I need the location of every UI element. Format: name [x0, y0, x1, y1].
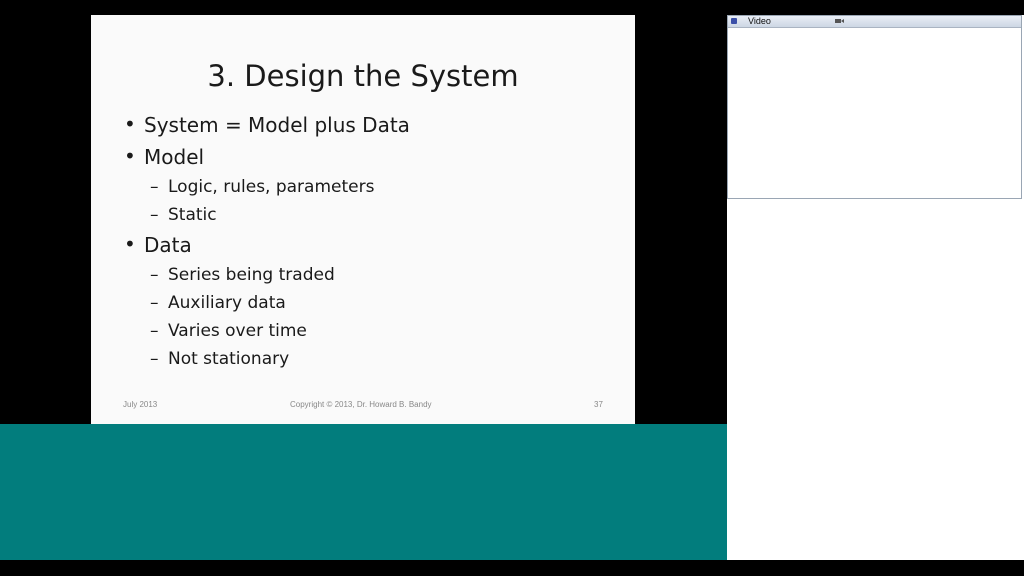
video-titlebar[interactable]: Video: [728, 16, 1021, 28]
sub-bullet-text: Static: [168, 205, 217, 225]
bottom-bar: [0, 560, 1024, 576]
teal-panel: [0, 424, 727, 560]
bullet-text: Model: [144, 145, 205, 169]
dash-marker: –: [150, 265, 159, 285]
footer-date: July 2013: [123, 400, 158, 409]
slide-title: 3. Design the System: [207, 59, 519, 93]
sub-bullet-text: Auxiliary data: [168, 293, 286, 313]
bullet-marker: •: [124, 112, 136, 136]
sub-bullet-text: Series being traded: [168, 265, 335, 285]
dash-marker: –: [150, 177, 159, 197]
camera-icon[interactable]: [835, 18, 844, 24]
sub-bullet-text: Not stationary: [168, 349, 290, 369]
app-icon: [731, 18, 737, 24]
bullet-text: Data: [144, 233, 192, 257]
video-window[interactable]: Video: [727, 15, 1022, 199]
footer-copyright: Copyright © 2013, Dr. Howard B. Bandy: [290, 400, 432, 409]
footer-page-number: 37: [594, 400, 603, 409]
screen: 3. Design the System • System = Model pl…: [0, 0, 1024, 576]
dash-marker: –: [150, 349, 159, 369]
bullet-marker: •: [124, 144, 136, 168]
video-title: Video: [748, 16, 771, 26]
bullet-text: System = Model plus Data: [144, 113, 410, 137]
dash-marker: –: [150, 321, 159, 341]
dash-marker: –: [150, 205, 159, 225]
dash-marker: –: [150, 293, 159, 313]
sub-bullet-text: Logic, rules, parameters: [168, 177, 375, 197]
bullet-marker: •: [124, 232, 136, 256]
sub-bullet-text: Varies over time: [168, 321, 307, 341]
presentation-slide: 3. Design the System • System = Model pl…: [91, 15, 635, 424]
